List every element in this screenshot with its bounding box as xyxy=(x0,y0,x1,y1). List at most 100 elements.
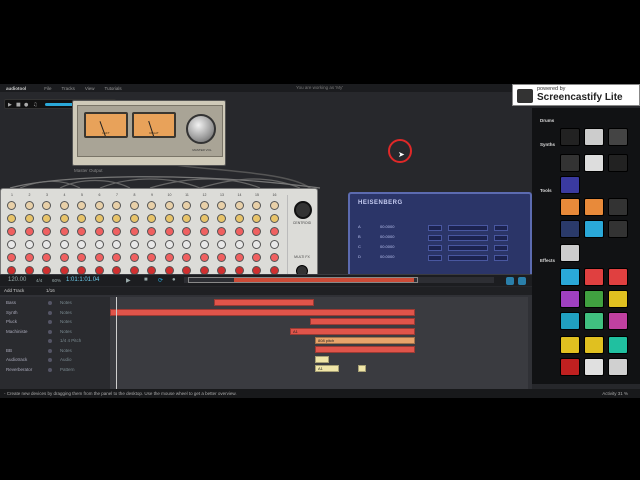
mixer-knob[interactable] xyxy=(269,201,279,210)
menu-view[interactable]: View xyxy=(85,86,95,91)
device-tile[interactable] xyxy=(608,290,628,308)
mixer-knob[interactable] xyxy=(77,214,86,223)
track-mute-icon[interactable] xyxy=(48,310,52,315)
arrangement-overview[interactable] xyxy=(184,277,494,283)
quantize-select[interactable]: 1/16 xyxy=(46,288,55,293)
mixer-knob[interactable] xyxy=(252,201,261,210)
device-tile[interactable] xyxy=(560,198,580,216)
master-output-device[interactable]: LEFT RIGHT MASTER VOL xyxy=(72,100,226,166)
mixer-knob[interactable] xyxy=(24,214,34,223)
sequencer-clip[interactable] xyxy=(315,346,415,353)
mixer-knob[interactable] xyxy=(147,253,156,262)
mixer-knob[interactable] xyxy=(59,253,69,262)
mixer-knob[interactable] xyxy=(147,240,156,249)
mixer-knob[interactable] xyxy=(129,253,139,262)
sequencer-clip[interactable] xyxy=(358,365,366,372)
mixer-knob[interactable] xyxy=(24,240,34,249)
overview-window[interactable] xyxy=(188,277,418,283)
mixer-knob[interactable] xyxy=(147,227,156,236)
mixer-knob[interactable] xyxy=(252,214,261,223)
mixer-knob[interactable] xyxy=(234,240,244,249)
mixer-knob[interactable] xyxy=(112,253,121,262)
mixer-knob[interactable] xyxy=(182,201,191,210)
mixer-knob[interactable] xyxy=(42,201,51,210)
desktop-area[interactable]: ▶ ■ ● ♫ ⚙ LEFT RIGHT MASTER VOL Master O xyxy=(0,92,532,280)
mixer-knob[interactable] xyxy=(94,240,104,249)
mixer-knob[interactable] xyxy=(199,227,209,236)
mixer-knob[interactable] xyxy=(94,253,104,262)
sequencer-clip[interactable]: A1 xyxy=(315,365,339,372)
device-tile[interactable] xyxy=(560,220,580,238)
mixer-knob[interactable] xyxy=(269,214,279,223)
device-tile[interactable] xyxy=(584,268,604,286)
device-tile[interactable] xyxy=(608,154,628,172)
sequencer-clip[interactable] xyxy=(315,356,329,363)
mixer-knob[interactable] xyxy=(7,253,16,262)
sequencer-clip[interactable] xyxy=(110,309,415,316)
mixer-knob[interactable] xyxy=(42,227,51,236)
sequencer-clip[interactable] xyxy=(310,318,415,325)
mixer-knob[interactable] xyxy=(42,253,51,262)
mixer-knob[interactable] xyxy=(129,227,139,236)
device-tile[interactable] xyxy=(584,290,604,308)
device-tile[interactable] xyxy=(608,336,628,354)
track-row[interactable]: Audiotrack Audio xyxy=(0,356,110,364)
mixer-knob[interactable] xyxy=(252,253,261,262)
mixer-knob[interactable] xyxy=(199,253,209,262)
timeline-lanes[interactable]: A1 808 pitch A1 xyxy=(110,297,528,389)
track-mute-icon[interactable] xyxy=(48,301,52,305)
mixer-knob[interactable] xyxy=(77,240,86,249)
mixer-knob[interactable] xyxy=(182,253,191,262)
device-tile[interactable] xyxy=(560,244,580,262)
synth-cell[interactable] xyxy=(428,235,442,241)
record-icon[interactable]: ● xyxy=(24,102,28,108)
mixer-knob[interactable] xyxy=(7,214,16,223)
device-tile[interactable] xyxy=(584,154,604,172)
track-mute-icon[interactable] xyxy=(48,367,52,372)
loop-icon[interactable]: ⟳ xyxy=(158,277,163,284)
mixer-knob[interactable] xyxy=(164,201,174,210)
mixer-knob[interactable] xyxy=(59,214,69,223)
volume-slider[interactable] xyxy=(45,103,75,106)
mixer-knob[interactable] xyxy=(7,240,16,249)
device-tile[interactable] xyxy=(560,358,580,376)
mixer-knob[interactable] xyxy=(129,201,139,210)
mixer-knob[interactable] xyxy=(217,214,226,223)
mixer-knob[interactable] xyxy=(234,227,244,236)
play-icon[interactable]: ▶ xyxy=(126,277,131,284)
track-row[interactable]: Bass Notes xyxy=(0,299,110,307)
master-volume-knob[interactable] xyxy=(186,114,216,144)
synth-cell[interactable] xyxy=(428,225,442,231)
play-icon[interactable]: ▶ xyxy=(8,102,12,108)
synth-cell[interactable] xyxy=(428,255,442,261)
sequencer-clip[interactable] xyxy=(214,299,314,306)
sequencer-clip[interactable]: A1 xyxy=(290,328,415,335)
track-row[interactable]: Reverberator Pattern xyxy=(0,366,110,374)
synth-cell[interactable] xyxy=(494,225,508,231)
mixer-knob[interactable] xyxy=(42,214,51,223)
mixer-knob[interactable] xyxy=(112,214,121,223)
device-tile[interactable] xyxy=(560,312,580,330)
device-tile[interactable] xyxy=(608,358,628,376)
track-mute-icon[interactable] xyxy=(48,320,52,324)
mixer-knob[interactable] xyxy=(129,214,139,223)
add-track-button[interactable]: Add Track xyxy=(4,288,24,293)
mixer-knob[interactable] xyxy=(217,227,226,236)
mixer-knob[interactable] xyxy=(217,201,226,210)
device-tile[interactable] xyxy=(560,176,580,194)
mixer-knob[interactable] xyxy=(112,227,121,236)
mixer-knob[interactable] xyxy=(94,201,104,210)
synth-cell[interactable] xyxy=(428,245,442,251)
device-tile[interactable] xyxy=(560,290,580,308)
mixer-knob[interactable] xyxy=(147,214,156,223)
track-row[interactable]: Machiniste Notes xyxy=(0,328,110,336)
device-tile[interactable] xyxy=(560,336,580,354)
device-tile[interactable] xyxy=(608,198,628,216)
track-row[interactable]: 1/4 4 Pitch xyxy=(0,337,110,345)
mixer-knob[interactable] xyxy=(199,201,209,210)
mixer-knob[interactable] xyxy=(94,227,104,236)
mixer-knob[interactable] xyxy=(24,201,34,210)
device-tile[interactable] xyxy=(608,312,628,330)
mixer-knob[interactable] xyxy=(77,227,86,236)
mixer-knob[interactable] xyxy=(217,240,226,249)
